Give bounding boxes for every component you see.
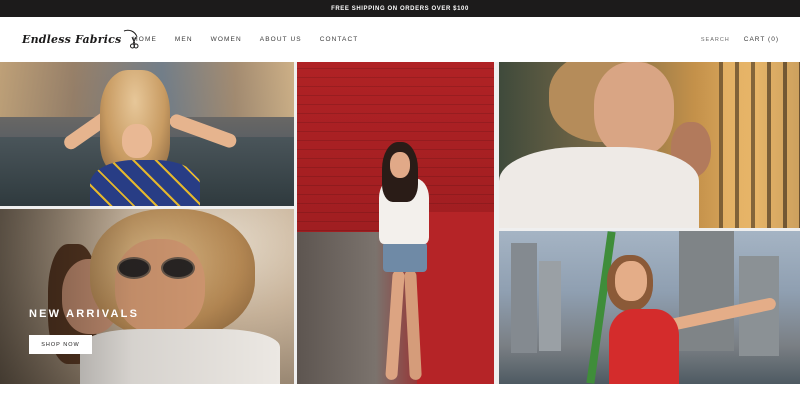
announcement-bar: FREE SHIPPING ON ORDERS OVER $100 xyxy=(0,0,800,17)
photo-sunset-man xyxy=(499,62,800,228)
nav-men[interactable]: MEN xyxy=(175,36,193,43)
nav-about-us[interactable]: ABOUT US xyxy=(260,36,302,43)
photo-city-swing xyxy=(499,231,800,384)
photo-red-wall xyxy=(297,62,494,384)
announcement-text: FREE SHIPPING ON ORDERS OVER $100 xyxy=(331,5,469,12)
main-nav: HOME MEN WOMEN ABOUT US CONTACT xyxy=(133,17,376,62)
photo-carnival-woman xyxy=(0,62,294,206)
site-header: Endless Fabrics HOME MEN WOMEN ABOUT US … xyxy=(0,17,800,62)
logo[interactable]: Endless Fabrics xyxy=(22,29,139,49)
nav-contact[interactable]: CONTACT xyxy=(320,36,359,43)
hero-collage xyxy=(0,62,800,384)
header-actions: SEARCH CART (0) xyxy=(701,17,779,62)
nav-home[interactable]: HOME xyxy=(133,36,157,43)
hero-heading: NEW ARRIVALS xyxy=(29,308,140,320)
shop-now-button[interactable]: SHOP NOW xyxy=(29,335,92,354)
logo-text: Endless Fabrics xyxy=(22,32,122,46)
cart-link[interactable]: CART (0) xyxy=(744,36,779,43)
photo-couple xyxy=(0,209,294,384)
nav-women[interactable]: WOMEN xyxy=(211,36,242,43)
search-link[interactable]: SEARCH xyxy=(701,37,730,43)
